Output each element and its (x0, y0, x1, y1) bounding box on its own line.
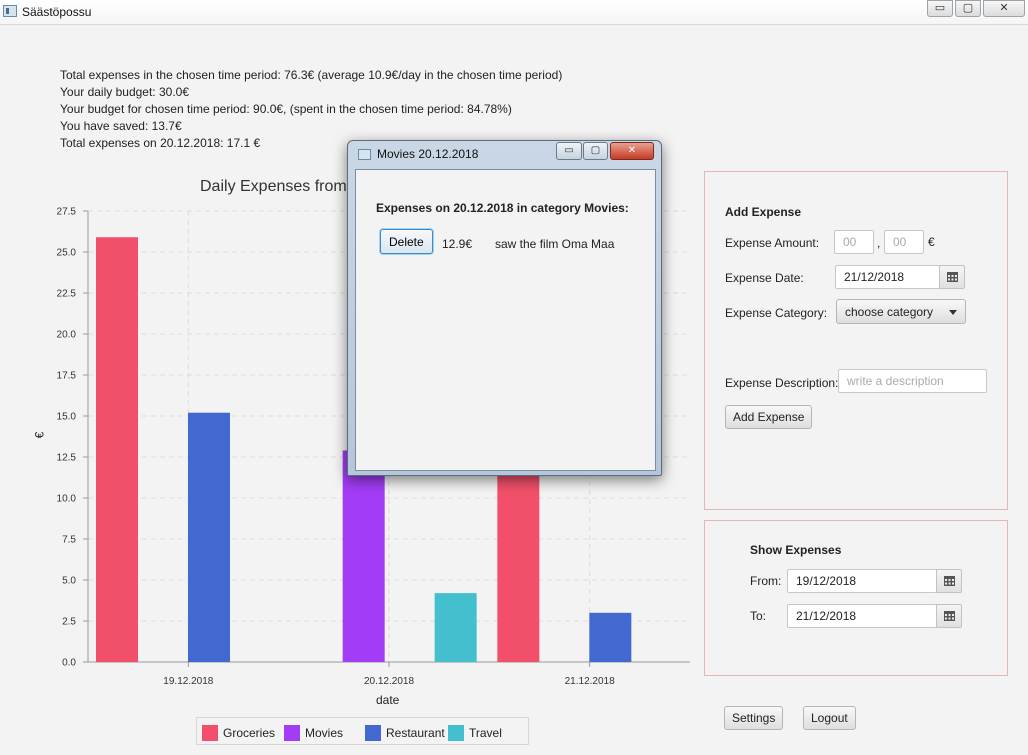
dialog-app-icon (358, 149, 371, 160)
y-tick-label: 22.5 (57, 289, 77, 300)
expense-amount-value: 12.9€ (442, 237, 473, 251)
y-tick-label: 17.5 (57, 371, 77, 382)
maximize-window-button[interactable]: ▢ (955, 0, 981, 17)
dialog-content: Expenses on 20.12.2018 in category Movie… (355, 169, 656, 471)
add-expense-button[interactable]: Add Expense (725, 405, 813, 429)
summary-saved: You have saved: 13.7€ (60, 119, 182, 133)
expense-category-label: Expense Category: (725, 306, 828, 320)
currency-symbol: € (928, 235, 935, 249)
y-tick-label: 15.0 (57, 412, 77, 423)
y-axis-label: € (32, 431, 47, 439)
dialog-close-button[interactable]: ✕ (610, 142, 654, 160)
amount-euros-input[interactable] (834, 230, 874, 254)
y-tick-label: 2.5 (62, 617, 76, 628)
expense-description-label: Expense Description: (725, 376, 839, 390)
to-date-input[interactable] (787, 604, 937, 628)
calendar-icon[interactable] (939, 265, 965, 289)
y-tick-label: 12.5 (57, 453, 77, 464)
category-select[interactable]: choose category (836, 299, 966, 324)
show-expenses-panel: Show Expenses From: To: (704, 520, 1008, 676)
x-tick-label: 21.12.2018 (565, 676, 615, 687)
legend-item-groceries: Groceries (202, 725, 275, 741)
chevron-down-icon (949, 310, 957, 315)
bar-movies-20.12.2018 (342, 450, 385, 662)
legend-item-travel: Travel (448, 725, 502, 741)
minimize-window-button[interactable]: ▭ (927, 0, 953, 17)
y-tick-label: 10.0 (57, 494, 77, 505)
app-icon (3, 5, 17, 17)
amount-cents-input[interactable] (884, 230, 924, 254)
expense-description-value: saw the film Oma Maa (495, 237, 615, 251)
title-bar: Säästöpossu ▭ ▢ ✕ (0, 0, 1028, 25)
bar-restaurant-19.12.2018 (188, 412, 230, 662)
show-expenses-title: Show Expenses (750, 543, 842, 557)
legend-swatch (448, 725, 464, 741)
legend-item-restaurant: Restaurant (365, 725, 445, 741)
summary-daily-budget: Your daily budget: 30.0€ (60, 85, 189, 99)
expense-amount-label: Expense Amount: (725, 236, 820, 250)
from-date-picker (787, 569, 963, 593)
description-input[interactable] (838, 369, 987, 393)
legend-swatch (202, 725, 218, 741)
movies-dialog: Movies 20.12.2018 ▭ ▢ ✕ Expenses on 20.1… (347, 140, 662, 476)
x-tick-label: 20.12.2018 (364, 676, 414, 687)
to-date-picker (787, 604, 963, 628)
from-label: From: (750, 574, 782, 588)
bar-travel-20.12.2018 (434, 593, 477, 662)
y-tick-label: 27.5 (57, 207, 77, 218)
bar-restaurant-21.12.2018 (589, 612, 632, 662)
dialog-minimize-button[interactable]: ▭ (556, 142, 582, 160)
dialog-heading: Expenses on 20.12.2018 in category Movie… (376, 201, 629, 215)
to-label: To: (750, 609, 767, 623)
window-title: Säästöpossu (22, 5, 92, 19)
summary-total: Total expenses in the chosen time period… (60, 68, 563, 82)
y-tick-label: 7.5 (62, 535, 76, 546)
dialog-title: Movies 20.12.2018 (377, 147, 479, 161)
y-tick-label: 25.0 (57, 248, 77, 259)
expense-date-picker (835, 265, 966, 289)
add-expense-panel: Add Expense Expense Amount: , € Expense … (704, 171, 1008, 510)
summary-period-budget: Your budget for chosen time period: 90.0… (60, 102, 512, 116)
dialog-maximize-button[interactable]: ▢ (583, 142, 608, 160)
bar-groceries-19.12.2018 (96, 237, 138, 663)
legend-swatch (365, 725, 381, 741)
expense-date-input[interactable] (835, 265, 940, 289)
bar-groceries-21.12.2018 (497, 470, 540, 662)
calendar-icon[interactable] (936, 604, 962, 628)
legend-item-movies: Movies (284, 725, 343, 741)
y-tick-label: 20.0 (57, 330, 77, 341)
chart-legend: Groceries Movies Restaurant Travel (196, 717, 529, 745)
y-tick-label: 0.0 (62, 658, 76, 669)
expense-date-label: Expense Date: (725, 271, 804, 285)
legend-swatch (284, 725, 300, 741)
category-select-value: choose category (845, 305, 934, 319)
x-axis-label: date (376, 693, 400, 707)
x-tick-label: 19.12.2018 (163, 676, 213, 687)
y-tick-label: 5.0 (62, 576, 76, 587)
settings-button[interactable]: Settings (724, 706, 784, 730)
close-window-button[interactable]: ✕ (983, 0, 1025, 17)
calendar-icon[interactable] (936, 569, 962, 593)
chart-title: Daily Expenses from (200, 178, 347, 195)
logout-button[interactable]: Logout (803, 706, 856, 730)
from-date-input[interactable] (787, 569, 937, 593)
delete-expense-button[interactable]: Delete (380, 229, 433, 254)
add-expense-title: Add Expense (725, 205, 802, 219)
amount-separator: , (877, 236, 881, 250)
